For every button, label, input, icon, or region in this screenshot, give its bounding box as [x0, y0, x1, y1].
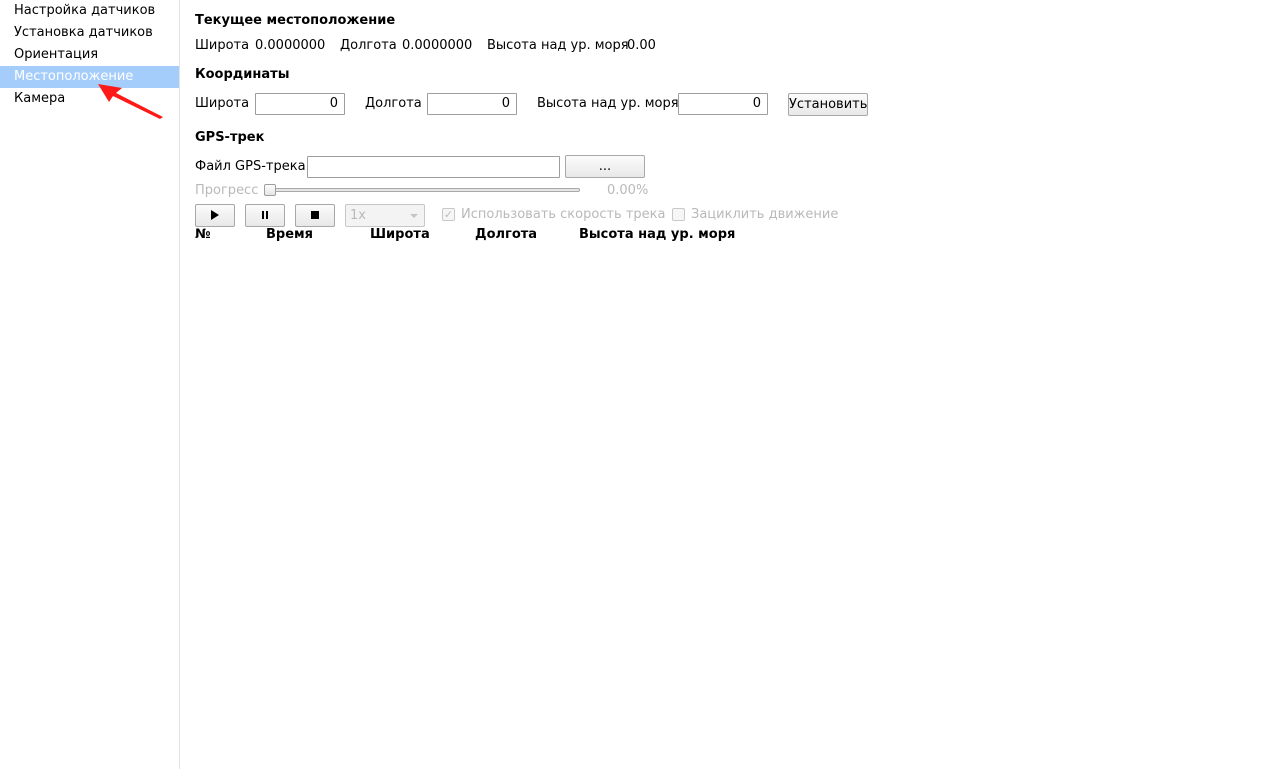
set-coordinates-button[interactable]: Установить	[788, 93, 868, 116]
speed-select-value: 1x	[350, 208, 366, 223]
column-header-number[interactable]: №	[195, 227, 211, 242]
progress-label: Прогресс	[195, 183, 259, 198]
play-button[interactable]	[195, 204, 235, 227]
latitude-input[interactable]: 0	[255, 93, 345, 115]
progress-slider-handle[interactable]	[264, 184, 276, 196]
coordinates-heading: Координаты	[195, 67, 290, 82]
gps-file-input[interactable]	[307, 156, 560, 178]
current-altitude-value: 0.00	[627, 38, 656, 53]
browse-file-button[interactable]: ...	[565, 155, 645, 178]
current-longitude-label: Долгота	[340, 38, 397, 53]
altitude-input[interactable]: 0	[678, 93, 768, 115]
current-altitude-label: Высота над ур. моря	[487, 38, 629, 53]
column-header-altitude[interactable]: Высота над ур. моря	[579, 227, 735, 242]
progress-percent: 0.00%	[607, 183, 649, 198]
red-arrow-annotation	[98, 84, 163, 119]
longitude-input[interactable]: 0	[427, 93, 517, 115]
pause-icon	[262, 211, 268, 219]
play-icon	[211, 210, 219, 220]
progress-slider-track[interactable]	[270, 188, 580, 192]
gps-file-label: Файл GPS-трека	[195, 159, 306, 174]
loop-checkbox[interactable]	[672, 208, 685, 221]
use-track-speed-label: Использовать скорость трека	[461, 207, 666, 222]
current-latitude-value: 0.0000000	[255, 38, 326, 53]
column-header-longitude[interactable]: Долгота	[475, 227, 537, 242]
latitude-label: Широта	[195, 96, 250, 111]
pause-button[interactable]	[245, 204, 285, 227]
sidebar-item-sensor-installation[interactable]: Установка датчиков	[0, 22, 179, 44]
loop-label: Зациклить движение	[691, 207, 839, 222]
speed-select[interactable]: 1x	[345, 204, 425, 227]
column-header-latitude[interactable]: Широта	[370, 227, 430, 242]
column-header-time[interactable]: Время	[266, 227, 313, 242]
chevron-down-icon	[410, 214, 418, 218]
gps-track-heading: GPS-трек	[195, 130, 265, 145]
stop-button[interactable]	[295, 204, 335, 227]
use-track-speed-checkbox[interactable]: ✓	[442, 208, 455, 221]
altitude-label: Высота над ур. моря	[537, 96, 679, 111]
current-latitude-label: Широта	[195, 38, 250, 53]
current-longitude-value: 0.0000000	[402, 38, 473, 53]
longitude-label: Долгота	[365, 96, 422, 111]
stop-icon	[311, 211, 319, 219]
current-location-heading: Текущее местоположение	[195, 13, 396, 28]
sidebar-item-sensor-settings[interactable]: Настройка датчиков	[0, 0, 179, 22]
sidebar-item-orientation[interactable]: Ориентация	[0, 44, 179, 66]
